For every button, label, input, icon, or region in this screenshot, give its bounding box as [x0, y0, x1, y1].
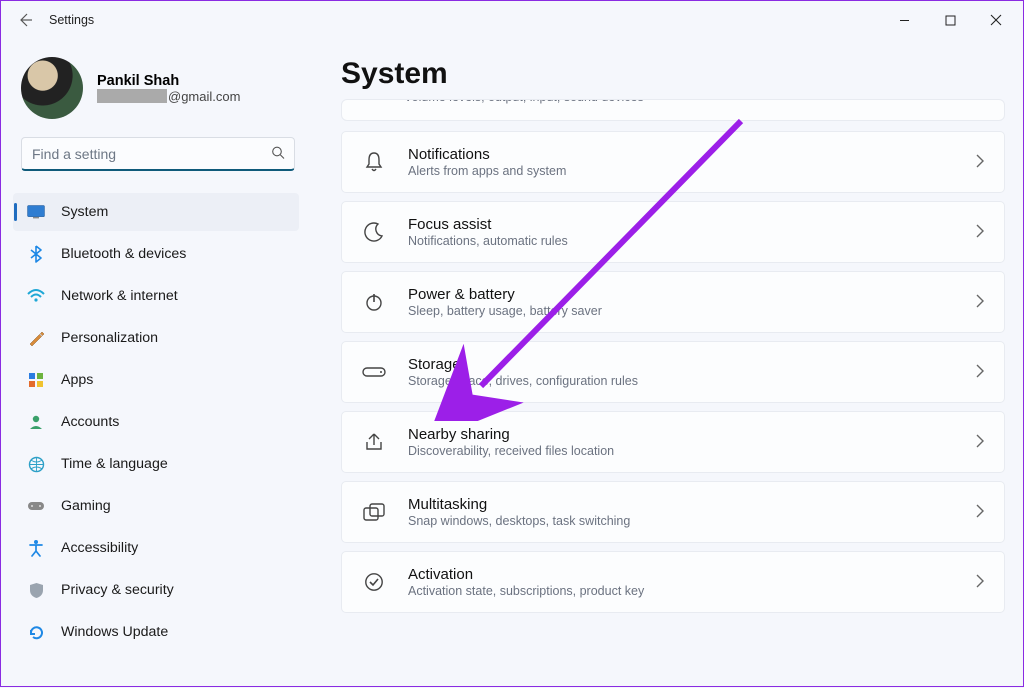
sidebar-item-bluetooth[interactable]: Bluetooth & devices [13, 235, 299, 273]
window-controls [881, 3, 1019, 37]
clock-globe-icon [27, 455, 45, 473]
profile-email: @gmail.com [97, 89, 240, 104]
display-icon [27, 203, 45, 221]
sidebar-item-label: Privacy & security [61, 582, 174, 598]
sidebar: Pankil Shah @gmail.com System Bluetooth … [1, 39, 309, 688]
sidebar-item-network[interactable]: Network & internet [13, 277, 299, 315]
settings-card-focus[interactable]: Focus assist Notifications, automatic ru… [341, 201, 1005, 263]
sidebar-item-label: Accounts [61, 414, 119, 430]
update-icon [27, 623, 45, 641]
accessibility-icon [27, 539, 45, 557]
chevron-right-icon [976, 364, 984, 381]
search-wrap [21, 137, 295, 171]
back-button[interactable] [5, 1, 45, 39]
wifi-icon [27, 287, 45, 305]
close-button[interactable] [973, 3, 1019, 37]
chevron-right-icon [976, 504, 984, 521]
profile-name: Pankil Shah [97, 73, 240, 89]
sidebar-item-accessibility[interactable]: Accessibility [13, 529, 299, 567]
sidebar-item-privacy[interactable]: Privacy & security [13, 571, 299, 609]
settings-card-power[interactable]: Power & battery Sleep, battery usage, ba… [341, 271, 1005, 333]
settings-card-notifications[interactable]: Notifications Alerts from apps and syste… [341, 131, 1005, 193]
settings-card-multitasking[interactable]: Multitasking Snap windows, desktops, tas… [341, 481, 1005, 543]
card-subtitle: Notifications, automatic rules [408, 234, 976, 248]
power-icon [362, 290, 386, 314]
card-title: Focus assist [408, 216, 976, 233]
shield-icon [27, 581, 45, 599]
sidebar-item-label: Windows Update [61, 624, 168, 640]
settings-card-activation[interactable]: Activation Activation state, subscriptio… [341, 551, 1005, 613]
settings-card-storage[interactable]: Storage Storage space, drives, configura… [341, 341, 1005, 403]
sidebar-item-update[interactable]: Windows Update [13, 613, 299, 651]
card-subtitle: Snap windows, desktops, task switching [408, 514, 976, 528]
multitask-icon [362, 500, 386, 524]
card-title: Power & battery [408, 286, 976, 303]
card-title: Multitasking [408, 496, 976, 513]
sidebar-item-label: Gaming [61, 498, 111, 514]
card-title: Activation [408, 566, 976, 583]
sidebar-item-accounts[interactable]: Accounts [13, 403, 299, 441]
settings-card-nearby[interactable]: Nearby sharing Discoverability, received… [341, 411, 1005, 473]
moon-icon [362, 220, 386, 244]
sidebar-item-personalization[interactable]: Personalization [13, 319, 299, 357]
sidebar-item-system[interactable]: System [13, 193, 299, 231]
chevron-right-icon [976, 294, 984, 311]
main-content: System Volume levels, output, input, sou… [309, 39, 1023, 688]
search-icon [271, 146, 285, 163]
paintbrush-icon [27, 329, 45, 347]
sidebar-item-gaming[interactable]: Gaming [13, 487, 299, 525]
card-subtitle: Activation state, subscriptions, product… [408, 584, 976, 598]
minimize-button[interactable] [881, 3, 927, 37]
page-title: System [341, 57, 1005, 91]
gamepad-icon [27, 497, 45, 515]
settings-card-sound-partial[interactable]: Volume levels, output, input, sound devi… [341, 99, 1005, 121]
redacted-email-handle [97, 89, 167, 103]
storage-icon [362, 360, 386, 384]
window-title: Settings [49, 13, 94, 27]
card-title: Notifications [408, 146, 976, 163]
sidebar-item-label: Personalization [61, 330, 158, 346]
sidebar-item-label: Accessibility [61, 540, 138, 556]
card-subtitle: Alerts from apps and system [408, 164, 976, 178]
profile-block[interactable]: Pankil Shah @gmail.com [21, 57, 299, 119]
share-icon [362, 430, 386, 454]
person-icon [27, 413, 45, 431]
sidebar-item-label: System [61, 204, 108, 220]
sidebar-item-label: Bluetooth & devices [61, 246, 186, 262]
chevron-right-icon [976, 154, 984, 171]
chevron-right-icon [976, 574, 984, 591]
minimize-icon [899, 15, 910, 26]
check-circle-icon [362, 570, 386, 594]
arrow-left-icon [17, 12, 33, 28]
chevron-right-icon [976, 434, 984, 451]
card-title: Storage [408, 356, 976, 373]
titlebar: Settings [1, 1, 1023, 39]
bell-icon [362, 150, 386, 174]
search-input[interactable] [21, 137, 295, 171]
card-subtitle: Sleep, battery usage, battery saver [408, 304, 976, 318]
maximize-icon [945, 15, 956, 26]
sidebar-item-label: Apps [61, 372, 93, 388]
card-subtitle: Discoverability, received files location [408, 444, 976, 458]
card-subtitle: Storage space, drives, configuration rul… [408, 374, 976, 388]
sidebar-item-label: Time & language [61, 456, 168, 472]
sidebar-nav: System Bluetooth & devices Network & int… [13, 193, 299, 651]
sidebar-item-time[interactable]: Time & language [13, 445, 299, 483]
card-title: Nearby sharing [408, 426, 976, 443]
card-subtitle: Volume levels, output, input, sound devi… [404, 99, 644, 104]
bluetooth-icon [27, 245, 45, 263]
chevron-right-icon [976, 224, 984, 241]
sidebar-item-label: Network & internet [61, 288, 178, 304]
avatar [21, 57, 83, 119]
apps-icon [27, 371, 45, 389]
sidebar-item-apps[interactable]: Apps [13, 361, 299, 399]
close-icon [990, 14, 1002, 26]
maximize-button[interactable] [927, 3, 973, 37]
